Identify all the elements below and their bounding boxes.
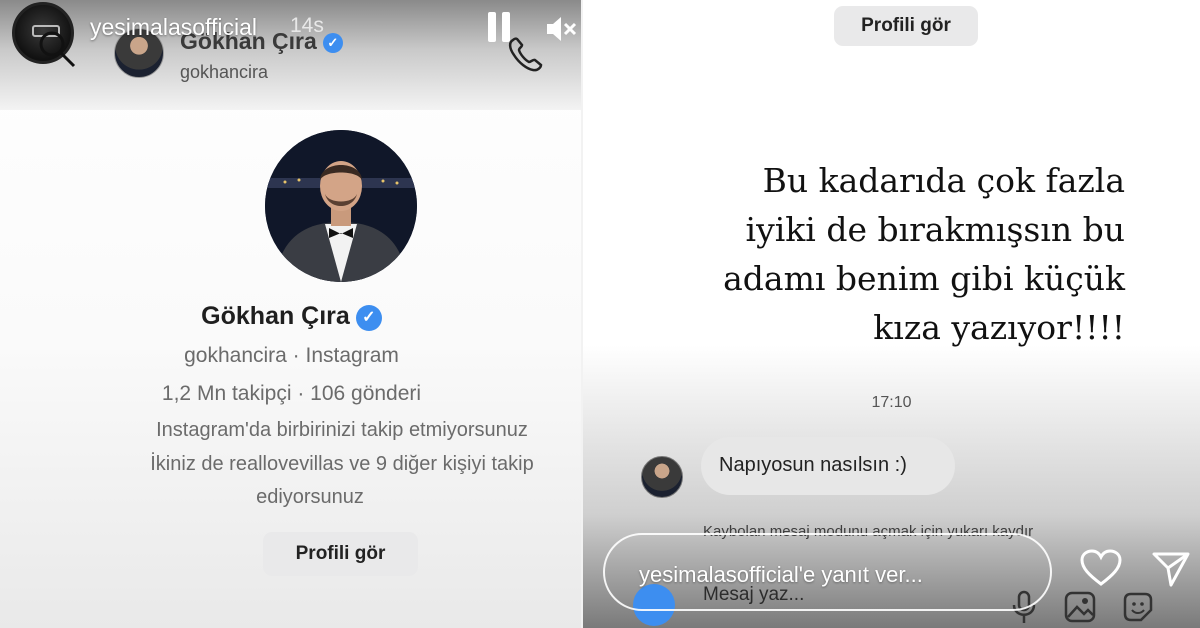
phone-icon[interactable] bbox=[505, 36, 547, 74]
profile-name-text: Gökhan Çıra bbox=[201, 302, 350, 330]
gallery-icon[interactable] bbox=[1063, 590, 1097, 624]
send-icon[interactable] bbox=[1151, 550, 1191, 588]
message-bubble: Napıyosun nasılsın :) bbox=[701, 437, 955, 495]
story-time: 14s bbox=[290, 14, 324, 37]
right-story-panel: Profili gör Bu kadarıda çok fazla iyiki … bbox=[583, 0, 1200, 628]
story-caption-line: Bu kadarıda çok fazla bbox=[762, 161, 1125, 200]
view-profile-button[interactable]: Profili gör bbox=[263, 532, 418, 576]
mutual-follow-line-3: ediyorsunuz bbox=[256, 486, 364, 508]
profile-stats: 1,2 Mn takipçi · 106 gönderi bbox=[161, 382, 422, 405]
story-caption-line: adamı benim gibi küçük bbox=[723, 259, 1125, 298]
message-timestamp: 17:10 bbox=[871, 394, 912, 411]
story-reply-placeholder[interactable]: yesimalasofficial'e yanıt ver... bbox=[639, 562, 923, 588]
profile-handle: gokhancira · Instagram bbox=[184, 344, 399, 367]
mute-icon[interactable] bbox=[545, 14, 577, 44]
profile-photo bbox=[265, 130, 417, 282]
search-icon bbox=[39, 31, 76, 68]
view-profile-button-top[interactable]: Profili gör bbox=[834, 6, 978, 46]
sticker-icon[interactable] bbox=[1121, 590, 1155, 624]
left-story-panel: Gökhan Çıra ✓ gokhancira yesimalasofficia… bbox=[0, 0, 583, 628]
mutual-follow-line-2: İkiniz de reallovevillas ve 9 diğer kişi… bbox=[150, 453, 534, 475]
verified-badge-icon: ✓ bbox=[355, 305, 382, 331]
verified-badge-icon: ✓ bbox=[322, 33, 343, 53]
story-caption-line: kıza yazıyor!!!! bbox=[873, 308, 1125, 347]
story-caption-line: iyiki de bırakmışsın bu bbox=[745, 210, 1125, 249]
story-caption: Bu kadarıda çok fazla iyiki de bırakmışs… bbox=[693, 156, 1125, 352]
profile-name: Gökhan Çıra ✓ bbox=[0, 302, 583, 331]
dm-header-handle: gokhancira bbox=[180, 62, 269, 82]
mutual-follow-line-1: Instagram'da birbirinizi takip etmiyorsu… bbox=[156, 419, 528, 441]
message-sender-avatar bbox=[641, 456, 683, 498]
story-username[interactable]: yesimalasofficial bbox=[90, 14, 257, 41]
heart-icon[interactable] bbox=[1079, 548, 1123, 588]
